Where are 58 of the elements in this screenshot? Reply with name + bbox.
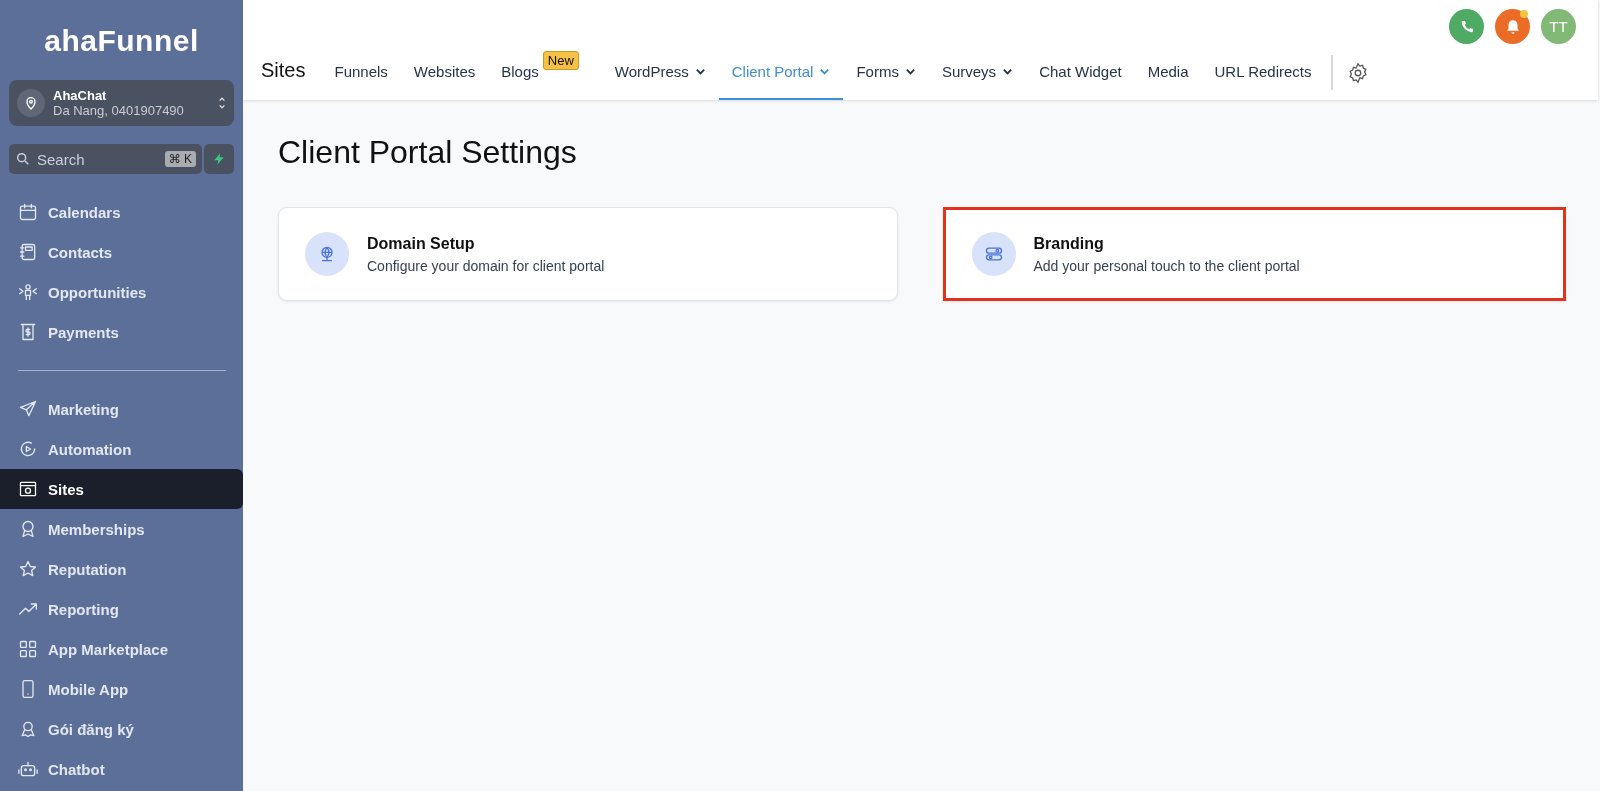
send-icon <box>18 399 38 419</box>
grid-icon <box>18 639 38 659</box>
nav-tab[interactable]: URL Redirects <box>1201 45 1325 100</box>
browser-icon <box>18 479 38 499</box>
card-title: Domain Setup <box>367 234 476 253</box>
search-input[interactable]: Search <box>35 149 161 169</box>
new-badge: New <box>542 51 579 70</box>
user-avatar[interactable]: TT <box>1541 9 1576 44</box>
sidebar-item[interactable]: Sites <box>0 469 243 509</box>
card-description: Configure your domain for client portal <box>367 257 605 274</box>
receipt-icon <box>18 322 38 342</box>
nav-tab[interactable]: Websites <box>400 45 489 100</box>
card-title: Branding <box>1033 234 1105 253</box>
location-pin-icon <box>17 89 45 117</box>
search-icon <box>15 151 31 167</box>
robot-icon <box>18 759 38 779</box>
shortcut-hint: ⌘ K <box>164 151 196 167</box>
nav-tab[interactable]: Chat Widget <box>1026 45 1135 100</box>
account-name: AhaChat <box>53 88 108 103</box>
sidebar-item[interactable]: Payments <box>0 312 243 352</box>
nav-tab[interactable]: Forms <box>843 45 929 100</box>
sidebar-item[interactable]: Calendars <box>0 192 243 232</box>
notifications-button[interactable] <box>1495 9 1530 44</box>
call-button[interactable] <box>1449 9 1484 44</box>
nav-tab[interactable]: WordPress <box>601 45 719 100</box>
calendar-icon <box>18 202 38 222</box>
sidebar-item[interactable]: Opportunities <box>0 272 243 312</box>
settings-card[interactable]: Branding Add your personal touch to the client portal <box>942 207 1566 301</box>
chevron-updown-icon <box>218 95 226 111</box>
account-detail: Da Nang, 0401907490 <box>53 103 185 118</box>
sidebar-item[interactable]: Reporting <box>0 589 243 629</box>
sidebar-item[interactable]: Automation <box>0 429 243 469</box>
sidebar-item[interactable]: Reputation <box>0 549 243 589</box>
quick-action-button[interactable] <box>204 144 234 174</box>
nav-tab[interactable]: Surveys <box>928 45 1027 100</box>
sidebar-item[interactable]: Marketing <box>0 389 243 429</box>
account-switcher[interactable]: AhaChat Da Nang, 0401907490 <box>9 80 234 126</box>
star-icon <box>18 559 38 579</box>
section-title: Sites <box>261 59 306 83</box>
settings-card[interactable]: Domain Setup Configure your domain for client portal <box>278 207 898 301</box>
nav-tab[interactable]: Funnels <box>321 45 401 100</box>
logo: ahaFunnel <box>43 24 200 58</box>
sidebar-item[interactable]: App Marketplace <box>0 629 243 669</box>
search-field[interactable]: Search ⌘ K <box>9 144 202 174</box>
sidebar-item[interactable]: Mobile App <box>0 669 243 709</box>
nav-tab[interactable]: Media <box>1134 45 1202 100</box>
card-description: Add your personal touch to the client portal <box>1033 257 1300 274</box>
notebook-icon <box>18 242 38 262</box>
sidebar-item[interactable]: Memberships <box>0 509 243 549</box>
lightning-icon <box>212 151 226 167</box>
sidebar-item[interactable]: Contacts <box>0 232 243 272</box>
play-circle-icon <box>18 439 38 459</box>
page-title: Client Portal Settings <box>278 134 578 171</box>
sidebar-item[interactable]: Chatbot <box>0 749 243 789</box>
people-network-icon <box>18 282 38 302</box>
sidebar-item[interactable]: Gói đăng ký <box>0 709 243 749</box>
nav-tab[interactable]: Client Portal <box>718 45 844 100</box>
nav-tab[interactable]: Blogs New <box>488 45 592 100</box>
